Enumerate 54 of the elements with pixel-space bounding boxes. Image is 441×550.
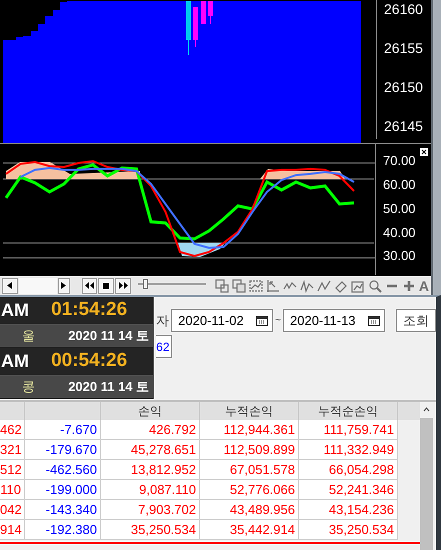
table-cell: -179.670 (25, 440, 101, 459)
search-button[interactable]: 조회 (396, 309, 436, 332)
table-cell: 914 (0, 520, 25, 539)
text-tool[interactable]: A (418, 278, 429, 292)
clock-period: AM (1, 299, 29, 322)
table-cell: 111,759.741 (299, 420, 398, 439)
table-cell: 111,332.949 (299, 440, 398, 459)
table-cell: 52,241.346 (299, 480, 398, 499)
table-cell: 66,054.298 (299, 460, 398, 479)
table-cell: 35,250.534 (299, 520, 398, 539)
account-field[interactable]: 62 (156, 335, 172, 358)
axis-label: 26160 (383, 0, 424, 19)
table-cell: 43,154.236 (299, 500, 398, 519)
table-cell: 35,250.534 (101, 520, 200, 539)
table-cell: 67,051.578 (200, 460, 299, 479)
table-cell: -192.380 (25, 520, 101, 539)
axis-label: 70.00 (382, 152, 416, 170)
table-cell: 45,278.651 (101, 440, 200, 459)
city-name: 콩 (22, 378, 35, 396)
table-cell: -199.000 (25, 480, 101, 499)
axis-label: 60.00 (382, 176, 416, 194)
clock-period: AM (1, 350, 29, 373)
table-cell: 512 (0, 460, 25, 479)
table-cell: 13,812.952 (101, 460, 200, 479)
axis-label: 26145 (383, 117, 424, 136)
axis-label: 26155 (383, 39, 424, 58)
end-date-field[interactable]: 2020-11-13 (283, 309, 385, 332)
table-cell: 042 (0, 500, 25, 519)
axis-label: 30.00 (382, 247, 416, 266)
axis-label: 40.00 (382, 224, 416, 242)
table-cell: 43,489.956 (200, 500, 299, 519)
date-separator: ~ (275, 314, 281, 328)
table-cell: -143.340 (25, 500, 101, 519)
table-cell: 321 (0, 440, 25, 459)
table-cell: 110 (0, 480, 25, 499)
clock-time: 00:54:26 (51, 349, 128, 374)
table-cell: 426.792 (101, 420, 200, 439)
table-cell: 7,903.702 (101, 500, 200, 519)
table-cell: 462 (0, 420, 25, 439)
axis-label: 26150 (383, 78, 424, 97)
clock-date: 2020 11 14 토 (68, 327, 150, 346)
axis-label: 50.00 (382, 200, 416, 218)
table-cell: 112,509.899 (200, 440, 299, 459)
table-cell: -7.670 (25, 420, 101, 439)
table-cell: 112,944.361 (200, 420, 299, 439)
table-cell: 52,776.066 (200, 480, 299, 499)
field-label: 자 (156, 312, 170, 330)
table-cell: -462.560 (25, 460, 101, 479)
clock-time: 01:54:26 (51, 298, 128, 322)
clock-date: 2020 11 14 토 (68, 378, 150, 396)
table-cell: 9,087.110 (101, 480, 200, 499)
city-name: 울 (22, 327, 35, 346)
start-date-field[interactable]: 2020-11-02 (171, 309, 274, 332)
table-cell: 35,442.914 (200, 520, 299, 539)
